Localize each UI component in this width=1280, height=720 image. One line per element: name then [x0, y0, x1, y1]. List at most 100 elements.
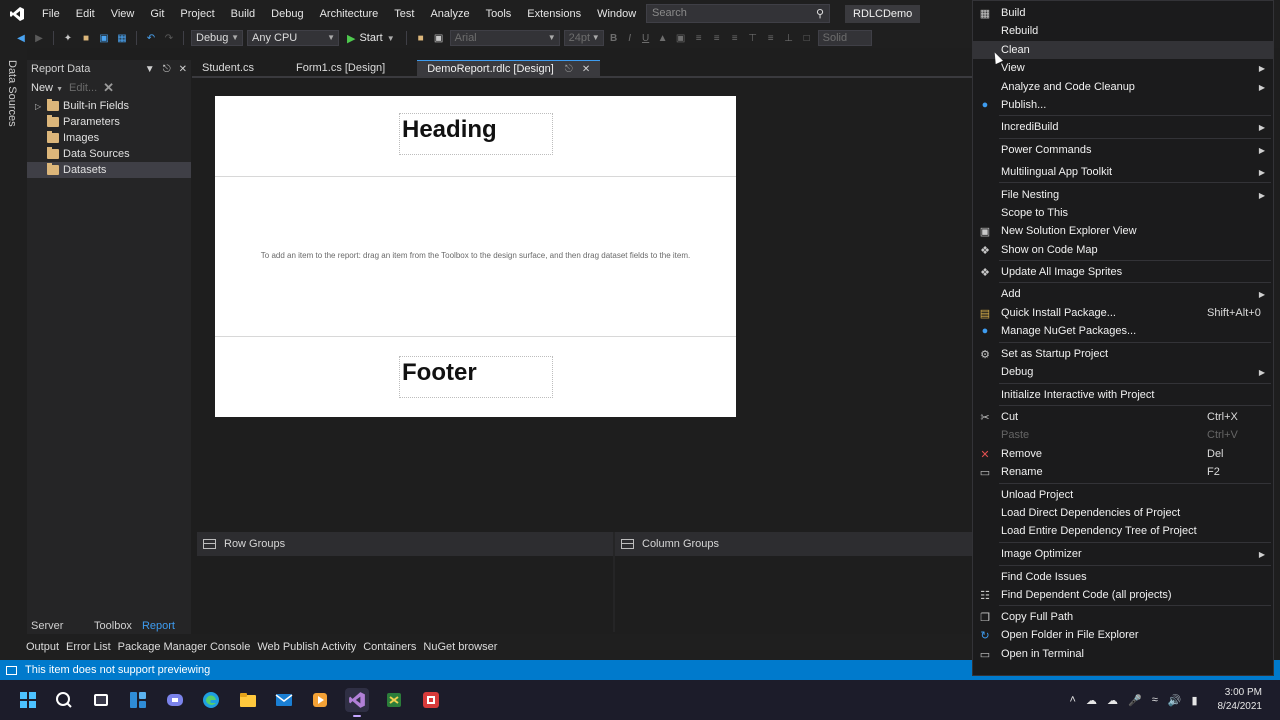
align-right-icon[interactable]: ≡ [728, 31, 742, 45]
expand-arrow-icon[interactable]: ▷ [35, 102, 45, 111]
menu-item-new-solution-explorer-view[interactable]: ▣ New Solution Explorer View [973, 222, 1273, 240]
italic-button[interactable]: I [624, 33, 636, 44]
tab-output[interactable]: Output [26, 641, 59, 653]
cloud-icon[interactable]: ☁ [1107, 694, 1118, 707]
navigate-forward-icon[interactable]: ▶ [32, 31, 46, 45]
menu-analyze[interactable]: Analyze [422, 0, 477, 28]
pin-icon[interactable]: ⎋ [163, 64, 171, 75]
menu-item-add[interactable]: Add ▶ [973, 285, 1273, 303]
pin-icon[interactable]: ⎋ [565, 64, 573, 75]
menu-item-copy-full-path[interactable]: ❐ Copy Full Path [973, 608, 1273, 626]
close-icon[interactable]: ✕ [582, 64, 590, 75]
visual-studio-icon[interactable] [345, 688, 369, 717]
search-icon[interactable] [52, 688, 76, 712]
mail-icon[interactable] [272, 688, 296, 712]
menu-view[interactable]: View [103, 0, 143, 28]
menu-architecture[interactable]: Architecture [312, 0, 387, 28]
tab-error-list[interactable]: Error List [66, 641, 111, 653]
tab-student-cs[interactable]: Student.cs [192, 60, 264, 77]
tab-demoreport-design[interactable]: DemoReport.rdlc [Design] ⎋ ✕ [417, 60, 601, 77]
menu-item-publish[interactable]: ● Publish... [973, 96, 1273, 114]
menu-item-view[interactable]: View ▶ [973, 59, 1273, 77]
menu-item-unload-project[interactable]: Unload Project [973, 486, 1273, 504]
menu-item-clean[interactable]: Clean [973, 41, 1273, 59]
vs-code-icon[interactable] [382, 688, 406, 712]
media-player-icon[interactable] [308, 688, 332, 712]
menu-build[interactable]: Build [223, 0, 263, 28]
file-explorer-icon[interactable] [236, 688, 260, 712]
microphone-icon[interactable]: 🎤 [1128, 694, 1142, 707]
tab-containers[interactable]: Containers [363, 641, 416, 653]
border-icon[interactable]: □ [800, 31, 814, 45]
tab-report-data[interactable]: Report D... [142, 618, 191, 648]
search-input[interactable]: Search ⚲ [646, 4, 830, 23]
clock[interactable]: 3:00 PM 8/24/2021 [1218, 686, 1263, 714]
background-color-icon[interactable]: ▣ [674, 31, 688, 45]
report-canvas[interactable]: Heading To add an item to the report: dr… [215, 96, 736, 417]
open-file-icon[interactable]: ■ [79, 31, 93, 45]
align-middle-icon[interactable]: ≡ [764, 31, 778, 45]
menu-item-load-entire-dependency-tree-of-project[interactable]: Load Entire Dependency Tree of Project [973, 522, 1273, 540]
font-size-select[interactable]: 24pt ▼ [563, 30, 604, 46]
tab-form1-design[interactable]: Form1.cs [Design] [286, 60, 395, 77]
menu-item-find-dependent-code-all-projects[interactable]: ☷ Find Dependent Code (all projects) [973, 586, 1273, 604]
wifi-icon[interactable]: ≈ [1152, 694, 1158, 706]
underline-button[interactable]: U [640, 33, 652, 44]
configuration-select[interactable]: Debug ▼ [191, 30, 243, 46]
menu-item-set-as-startup-project[interactable]: ⚙ Set as Startup Project [973, 345, 1273, 363]
menu-item-image-optimizer[interactable]: Image Optimizer ▶ [973, 545, 1273, 563]
menu-item-manage-nuget-packages[interactable]: ● Manage NuGet Packages... [973, 322, 1273, 340]
tree-item-parameters[interactable]: Parameters [27, 114, 191, 130]
menu-item-open-folder-in-file-explorer[interactable]: ↻ Open Folder in File Explorer [973, 626, 1273, 644]
tab-nuget-browser[interactable]: NuGet browser [423, 641, 497, 653]
onedrive-icon[interactable]: ☁ [1086, 694, 1097, 707]
folder-icon[interactable]: ■ [414, 31, 428, 45]
menu-item-incredibuild[interactable]: IncrediBuild ▶ [973, 118, 1273, 136]
teams-chat-icon[interactable] [163, 688, 187, 712]
menu-item-load-direct-dependencies-of-project[interactable]: Load Direct Dependencies of Project [973, 504, 1273, 522]
menu-item-show-on-code-map[interactable]: ❖ Show on Code Map [973, 241, 1273, 259]
align-top-icon[interactable]: ⊤ [746, 31, 760, 45]
chevron-up-icon[interactable]: ˄ [1070, 694, 1076, 706]
tree-item-built-in-fields[interactable]: ▷ Built-in Fields [27, 98, 191, 114]
widgets-icon[interactable] [126, 688, 150, 712]
start-button[interactable]: ▶ Start ▼ [343, 32, 399, 45]
menu-git[interactable]: Git [142, 0, 172, 28]
menu-item-rebuild[interactable]: Rebuild [973, 22, 1273, 40]
align-bottom-icon[interactable]: ⊥ [782, 31, 796, 45]
task-view-icon[interactable] [89, 688, 113, 712]
footer-textbox[interactable]: Footer [399, 356, 553, 398]
chevron-down-icon[interactable]: ▼ [145, 64, 155, 75]
tree-item-images[interactable]: Images [27, 130, 191, 146]
font-color-icon[interactable]: ▲ [656, 31, 670, 45]
delete-icon[interactable]: ✕ [103, 80, 114, 96]
align-center-icon[interactable]: ≡ [710, 31, 724, 45]
tab-package-manager-console[interactable]: Package Manager Console [118, 641, 251, 653]
camtasia-icon[interactable] [419, 688, 443, 712]
new-project-icon[interactable]: ✦ [61, 31, 75, 45]
menu-window[interactable]: Window [589, 0, 644, 28]
menu-item-remove[interactable]: ✕ Remove Del [973, 445, 1273, 463]
new-button[interactable]: New ▼ [31, 82, 63, 94]
row-groups-area[interactable] [197, 556, 613, 632]
platform-select[interactable]: Any CPU ▼ [247, 30, 339, 46]
menu-item-debug[interactable]: Debug ▶ [973, 363, 1273, 381]
menu-item-rename[interactable]: ▭ Rename F2 [973, 463, 1273, 481]
menu-item-cut[interactable]: ✂ Cut Ctrl+X [973, 408, 1273, 426]
volume-icon[interactable]: 🔊 [1168, 694, 1182, 707]
menu-item-analyze-and-code-cleanup[interactable]: Analyze and Code Cleanup ▶ [973, 78, 1273, 96]
menu-item-open-in-terminal[interactable]: ▭ Open in Terminal [973, 645, 1273, 663]
tree-item-data-sources[interactable]: Data Sources [27, 146, 191, 162]
column-groups-area[interactable] [615, 556, 972, 632]
menu-item-power-commands[interactable]: Power Commands ▶ [973, 141, 1273, 159]
menu-item-find-code-issues[interactable]: Find Code Issues [973, 568, 1273, 586]
font-family-select[interactable]: Arial ▼ [449, 30, 560, 46]
windows-start-icon[interactable] [16, 688, 40, 712]
tab-toolbox[interactable]: Toolbox [94, 618, 132, 634]
tree-item-datasets[interactable]: Datasets [27, 162, 191, 178]
tab-server-explorer[interactable]: Server Ex... [31, 618, 84, 648]
menu-test[interactable]: Test [386, 0, 422, 28]
menu-debug[interactable]: Debug [263, 0, 311, 28]
tab-web-publish-activity[interactable]: Web Publish Activity [257, 641, 356, 653]
menu-item-scope-to-this[interactable]: Scope to This [973, 204, 1273, 222]
